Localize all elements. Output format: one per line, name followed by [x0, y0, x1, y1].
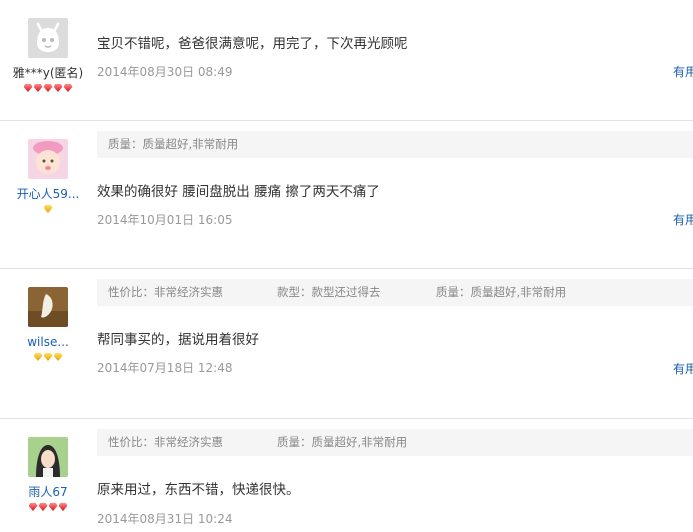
reviewer-info: 开心人59... [0, 139, 96, 214]
yellow-diamond-icon [43, 353, 53, 361]
review-item: 雨人67 性价比：非常经济实惠 质量：质量超好,非常耐用 原来用过，东西不错，快… [0, 419, 693, 532]
useful-button[interactable]: 有用 [673, 211, 693, 228]
reviewer-name[interactable]: wilse... [0, 335, 96, 349]
value-tag: 性价比：非常经济实惠 [108, 285, 223, 299]
reviewer-level-badges [0, 83, 96, 93]
review-content: 帮同事买的，据说用着很好 [97, 332, 259, 348]
reviewer-info: 雅***y(匿名) [0, 18, 96, 93]
red-gem-icon [28, 503, 38, 511]
reviewer-level-badges [0, 502, 96, 512]
quality-tag: 质量：质量超好,非常耐用 [108, 137, 239, 151]
review-date: 2014年10月01日 16:05 [97, 213, 233, 227]
review-item: 雅***y(匿名) 宝贝不错呢，爸爸很满意呢，用完了，下次再光顾呢 2014年0… [0, 0, 693, 121]
photo-avatar-icon[interactable] [28, 287, 68, 327]
yellow-diamond-icon [33, 353, 43, 361]
red-gem-icon [63, 84, 73, 92]
reviewer-info: 雨人67 [0, 437, 96, 512]
reviewer-level-badges [0, 352, 96, 362]
red-gem-icon [33, 84, 43, 92]
red-gem-icon [38, 503, 48, 511]
red-gem-icon [43, 84, 53, 92]
review-date: 2014年08月31日 10:24 [97, 512, 233, 526]
useful-button[interactable]: 有用 [673, 360, 693, 377]
default-avatar-icon[interactable] [28, 18, 68, 58]
useful-button[interactable]: 有用 [673, 63, 693, 80]
review-item: wilse... 性价比：非常经济实惠 款型：款型还过得去 质量：质量超好,非常… [0, 269, 693, 419]
quality-tag: 质量：质量超好,非常耐用 [277, 435, 408, 449]
value-tag: 性价比：非常经济实惠 [108, 435, 223, 449]
baby-avatar-icon[interactable] [28, 139, 68, 179]
review-date: 2014年08月30日 08:49 [97, 65, 233, 79]
red-gem-icon [48, 503, 58, 511]
review-tags: 性价比：非常经济实惠 质量：质量超好,非常耐用 [97, 429, 693, 456]
reviewer-level-badges [0, 204, 96, 214]
review-content: 效果的确很好 腰间盘脱出 腰痛 擦了两天不痛了 [97, 184, 380, 200]
review-content: 宝贝不错呢，爸爸很满意呢，用完了，下次再光顾呢 [97, 36, 408, 52]
review-content: 原来用过，东西不错，快递很快。 [97, 482, 300, 498]
review-tags: 质量：质量超好,非常耐用 [97, 131, 693, 158]
review-date: 2014年07月18日 12:48 [97, 361, 233, 375]
review-tags: 性价比：非常经济实惠 款型：款型还过得去 质量：质量超好,非常耐用 [97, 279, 693, 306]
quality-tag: 质量：质量超好,非常耐用 [436, 285, 567, 299]
reviewer-name[interactable]: 雨人67 [0, 485, 96, 499]
photo-avatar-icon[interactable] [28, 437, 68, 477]
red-gem-icon [23, 84, 33, 92]
style-tag: 款型：款型还过得去 [277, 285, 381, 299]
red-gem-icon [58, 503, 68, 511]
yellow-diamond-icon [53, 353, 63, 361]
red-gem-icon [53, 84, 63, 92]
review-item: 开心人59... 质量：质量超好,非常耐用 效果的确很好 腰间盘脱出 腰痛 擦了… [0, 121, 693, 269]
reviewer-name: 雅***y(匿名) [12, 66, 84, 80]
yellow-diamond-icon [43, 205, 53, 213]
reviewer-info: wilse... [0, 287, 96, 362]
reviewer-name[interactable]: 开心人59... [0, 187, 96, 201]
